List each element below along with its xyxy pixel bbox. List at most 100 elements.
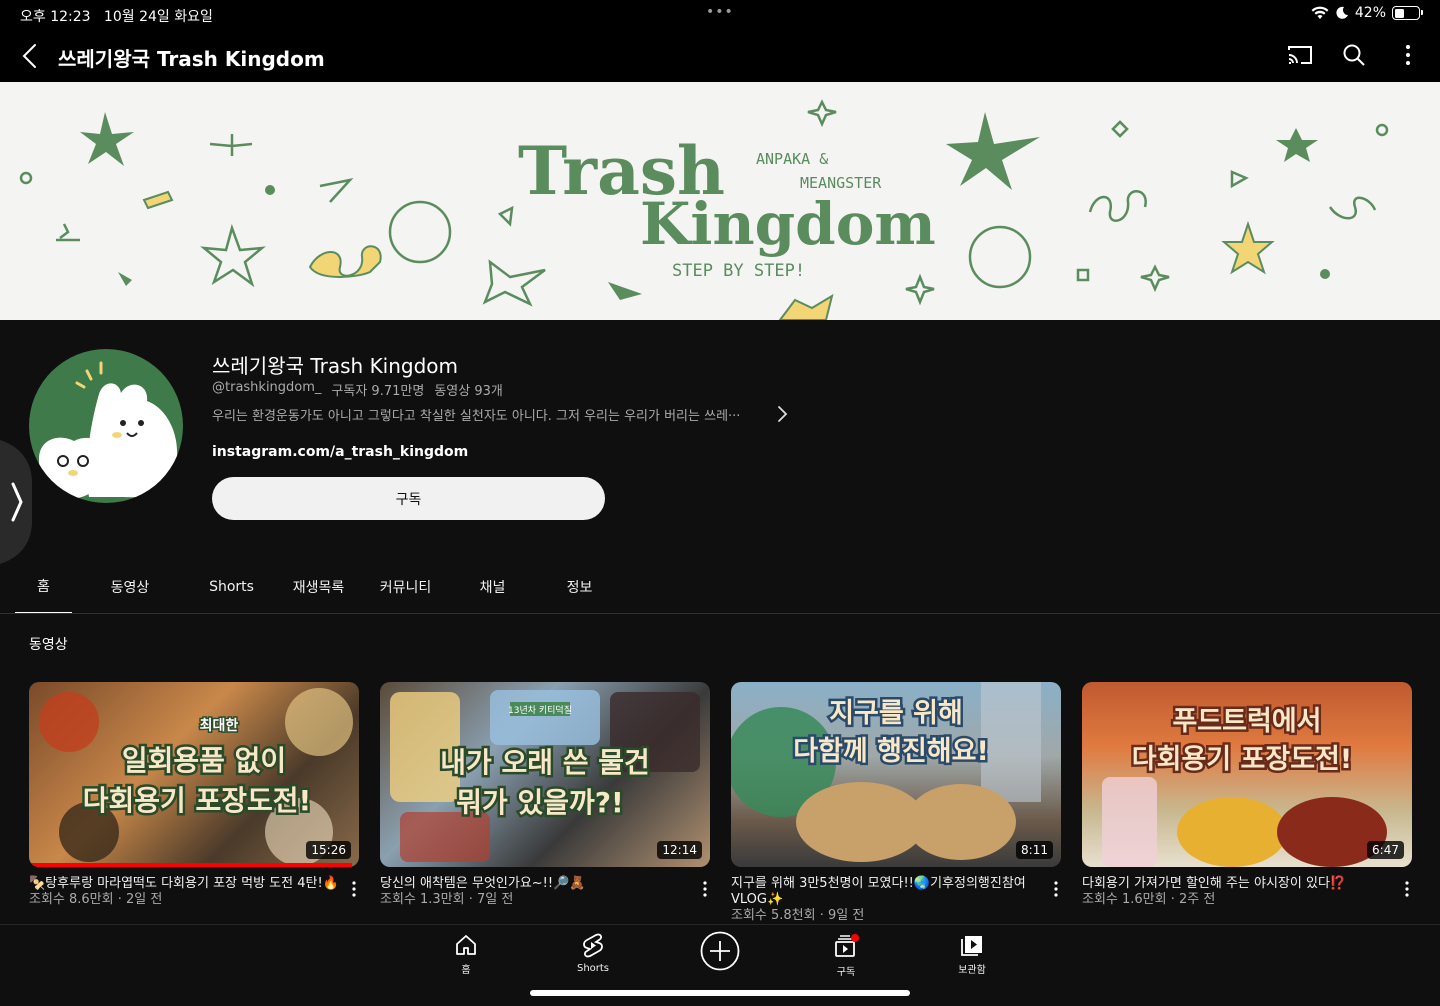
tab-playlists[interactable]: 재생목록 xyxy=(275,560,362,614)
video-thumbnail[interactable]: 푸드트럭에서 다회용기 포장도전! 6:47 xyxy=(1082,682,1412,867)
status-time: 오후 12:23 10월 24일 화요일 xyxy=(20,6,213,26)
channel-meta: @trashkingdom_ 구독자 9.71만명 동영상 93개 xyxy=(212,380,503,399)
thumbnail-caption-2: 일회용품 없이 xyxy=(122,744,286,777)
thumbnail-caption-3: 다회용기 포장도전! xyxy=(83,784,312,817)
more-vert-icon xyxy=(1405,881,1409,897)
video-title[interactable]: 당신의 애착템은 무엇인가요~!!🔎🧸 xyxy=(380,876,690,892)
channel-description[interactable]: 우리는 환경운동가도 아니고 그렇다고 착실한 실천자도 아니다. 그저 우리는… xyxy=(212,405,772,424)
banner-art: Trash Kingdom ANPAKA & MEANGSTER STEP BY… xyxy=(19,99,1389,320)
sidebar-expand-handle[interactable] xyxy=(0,440,34,564)
status-bar: 오후 12:23 10월 24일 화요일 ••• 42% xyxy=(0,0,1440,30)
video-count: 동영상 93개 xyxy=(434,384,503,399)
banner-title-line2: Kingdom xyxy=(640,190,936,258)
video-card[interactable]: 푸드트럭에서 다회용기 포장도전! 6:47 다회용기 가져가면 할인해 주는 … xyxy=(1082,682,1412,907)
nav-home[interactable]: 홈 xyxy=(426,933,506,976)
video-card[interactable]: 13년차 키티덕질 내가 오래 쓴 물건 뭐가 있을까?! 12:14 당신의 … xyxy=(380,682,710,907)
tab-home[interactable]: 홈 xyxy=(15,560,72,614)
video-thumbnail[interactable]: 13년차 키티덕질 내가 오래 쓴 물건 뭐가 있을까?! 12:14 xyxy=(380,682,710,867)
cast-icon xyxy=(1288,46,1312,64)
more-vert-icon xyxy=(1406,45,1410,65)
video-meta: 조회수 1.6만회 · 2주 전 xyxy=(1082,892,1216,907)
nav-shorts-label: Shorts xyxy=(576,963,610,974)
video-more-button[interactable] xyxy=(700,880,710,898)
more-vert-icon xyxy=(703,881,707,897)
video-title[interactable]: 🍢탕후루랑 마라엽떡도 다회용기 포장 먹방 도전 4탄!🔥 xyxy=(29,876,339,892)
library-icon xyxy=(961,936,982,956)
nav-home-label: 홈 xyxy=(461,965,471,976)
status-indicators: 42% xyxy=(1311,5,1423,21)
channel-name: 쓰레기왕국 Trash Kingdom xyxy=(212,354,459,378)
subscribe-button[interactable]: 구독 xyxy=(212,477,605,520)
video-more-button[interactable] xyxy=(1402,880,1412,898)
thumbnail-caption-1: 13년차 키티덕질 xyxy=(508,704,572,716)
video-duration: 15:26 xyxy=(306,841,351,859)
top-app-bar: 쓰레기왕국 Trash Kingdom xyxy=(0,30,1440,82)
video-thumbnail[interactable]: 지구를 위해 다함께 행진해요! 8:11 xyxy=(731,682,1061,867)
video-meta: 조회수 8.6만회 · 2일 전 xyxy=(29,892,163,907)
video-meta: 조회수 1.3만회 · 7일 전 xyxy=(380,892,514,907)
description-expand-button[interactable] xyxy=(772,402,792,426)
more-vert-icon xyxy=(352,881,356,897)
video-duration: 8:11 xyxy=(1016,841,1053,859)
tab-videos[interactable]: 동영상 xyxy=(72,560,188,614)
thumbnail-caption-2: 푸드트럭에서 xyxy=(1172,706,1321,737)
tabs-divider xyxy=(0,613,1440,614)
video-card[interactable]: 최대한 일회용품 없이 다회용기 포장도전! 15:26 🍢탕후루랑 마라엽떡도… xyxy=(29,682,359,907)
video-title[interactable]: 다회용기 가져가면 할인해 주는 야시장이 있다⁉️ xyxy=(1082,876,1392,892)
video-more-button[interactable] xyxy=(1051,880,1061,898)
subscriber-count: 구독자 9.71만명 xyxy=(331,384,425,399)
channel-title: 쓰레기왕국 Trash Kingdom xyxy=(58,47,325,71)
cast-button[interactable] xyxy=(1286,40,1314,70)
channel-avatar[interactable] xyxy=(29,349,183,503)
video-info: 🍢탕후루랑 마라엽떡도 다회용기 포장 먹방 도전 4탄!🔥 조회수 8.6만회… xyxy=(29,876,339,908)
more-options-button[interactable] xyxy=(1394,40,1422,70)
watch-progress-bar xyxy=(29,863,353,867)
video-meta: 조회수 5.8천회 · 9일 전 xyxy=(731,908,865,923)
video-info: 당신의 애착템은 무엇인가요~!!🔎🧸 조회수 1.3만회 · 7일 전 xyxy=(380,876,690,908)
nav-shorts[interactable]: Shorts xyxy=(553,933,633,974)
search-icon xyxy=(1343,44,1365,66)
shorts-icon xyxy=(583,933,603,958)
video-title[interactable]: 지구를 위해 3만5천명이 모였다!!🌏기후정의행진참여 VLOG✨ xyxy=(731,876,1041,908)
video-more-button[interactable] xyxy=(349,880,359,898)
clock: 오후 12:23 xyxy=(20,9,91,25)
thumbnail-art: 푸드트럭에서 다회용기 포장도전! xyxy=(1102,704,1387,867)
battery-percent: 42% xyxy=(1354,5,1386,21)
moon-icon xyxy=(1336,6,1348,19)
tab-shorts[interactable]: Shorts xyxy=(188,560,275,614)
channel-tabs: 홈 동영상 Shorts 재생목록 커뮤니티 채널 정보 xyxy=(15,560,623,614)
nav-library[interactable]: 보관함 xyxy=(932,933,1012,976)
home-indicator[interactable] xyxy=(530,990,910,996)
thumbnail-art: 지구를 위해 다함께 행진해요! xyxy=(731,682,1041,862)
nav-subscriptions[interactable]: 구독 xyxy=(806,933,886,978)
thumbnail-caption-3: 뭐가 있을까?! xyxy=(456,786,624,819)
plus-circle-icon xyxy=(700,931,740,971)
tab-community[interactable]: 커뮤니티 xyxy=(362,560,449,614)
thumbnail-art: 13년차 키티덕질 내가 오래 쓴 물건 뭐가 있을까?! xyxy=(390,690,700,862)
channel-external-link[interactable]: instagram.com/a_trash_kingdom xyxy=(212,444,468,460)
section-title: 동영상 xyxy=(29,637,68,653)
thumbnail-caption-3: 다회용기 포장도전! xyxy=(1132,744,1352,775)
wifi-icon xyxy=(1311,6,1329,19)
battery-icon xyxy=(1392,6,1423,20)
video-duration: 12:14 xyxy=(657,841,702,859)
back-button[interactable] xyxy=(16,40,46,72)
nav-subscriptions-label: 구독 xyxy=(836,967,856,978)
tab-about[interactable]: 정보 xyxy=(536,560,623,614)
video-thumbnail[interactable]: 최대한 일회용품 없이 다회용기 포장도전! 15:26 xyxy=(29,682,359,867)
thumbnail-caption-1: 최대한 xyxy=(200,718,239,734)
multitasking-dots-icon[interactable]: ••• xyxy=(706,4,734,20)
channel-handle: @trashkingdom_ xyxy=(212,380,322,395)
video-duration: 6:47 xyxy=(1367,841,1404,859)
nav-create-button[interactable] xyxy=(680,931,760,971)
search-button[interactable] xyxy=(1340,40,1368,70)
battery-fill xyxy=(1394,8,1405,18)
chevron-right-icon xyxy=(0,440,32,564)
home-icon xyxy=(456,935,476,955)
thumbnail-art: 최대한 일회용품 없이 다회용기 포장도전! xyxy=(39,688,353,866)
nav-library-label: 보관함 xyxy=(958,965,986,976)
tab-channels[interactable]: 채널 xyxy=(449,560,536,614)
video-info: 지구를 위해 3만5천명이 모였다!!🌏기후정의행진참여 VLOG✨ 조회수 5… xyxy=(731,876,1041,924)
video-card[interactable]: 지구를 위해 다함께 행진해요! 8:11 지구를 위해 3만5천명이 모였다!… xyxy=(731,682,1061,923)
banner-tag-3: STEP BY STEP! xyxy=(672,261,805,281)
